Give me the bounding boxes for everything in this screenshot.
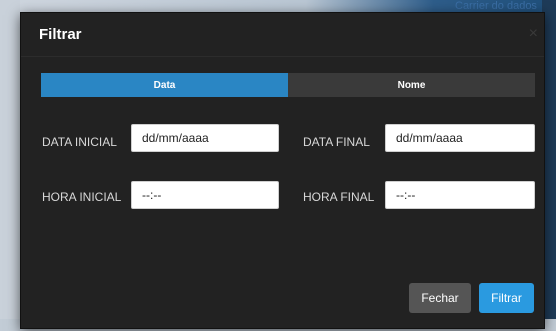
tab-data[interactable]: Data — [41, 73, 288, 97]
modal-title: Filtrar — [39, 26, 82, 43]
data-inicial-label: DATA INICIAL — [42, 135, 117, 149]
hora-final-label: HORA FINAL — [303, 190, 375, 204]
filtrar-button[interactable]: Filtrar — [479, 283, 534, 313]
background-link: Carrier do dados — [455, 0, 537, 12]
modal-header: Filtrar × — [21, 13, 544, 57]
fechar-button[interactable]: Fechar — [409, 283, 471, 313]
hora-final-input[interactable] — [385, 181, 535, 209]
hora-inicial-label: HORA INICIAL — [42, 190, 122, 204]
close-icon[interactable]: × — [529, 25, 538, 43]
hora-inicial-input[interactable] — [131, 181, 279, 209]
data-final-label: DATA FINAL — [303, 135, 370, 149]
filter-modal: Filtrar × Data Nome DATA INICIAL DATA FI… — [20, 12, 545, 329]
tab-nome[interactable]: Nome — [288, 73, 535, 97]
data-final-input[interactable] — [385, 124, 535, 152]
filter-tabs: Data Nome — [41, 73, 535, 97]
background-page-left — [0, 0, 20, 331]
data-inicial-input[interactable] — [131, 124, 279, 152]
